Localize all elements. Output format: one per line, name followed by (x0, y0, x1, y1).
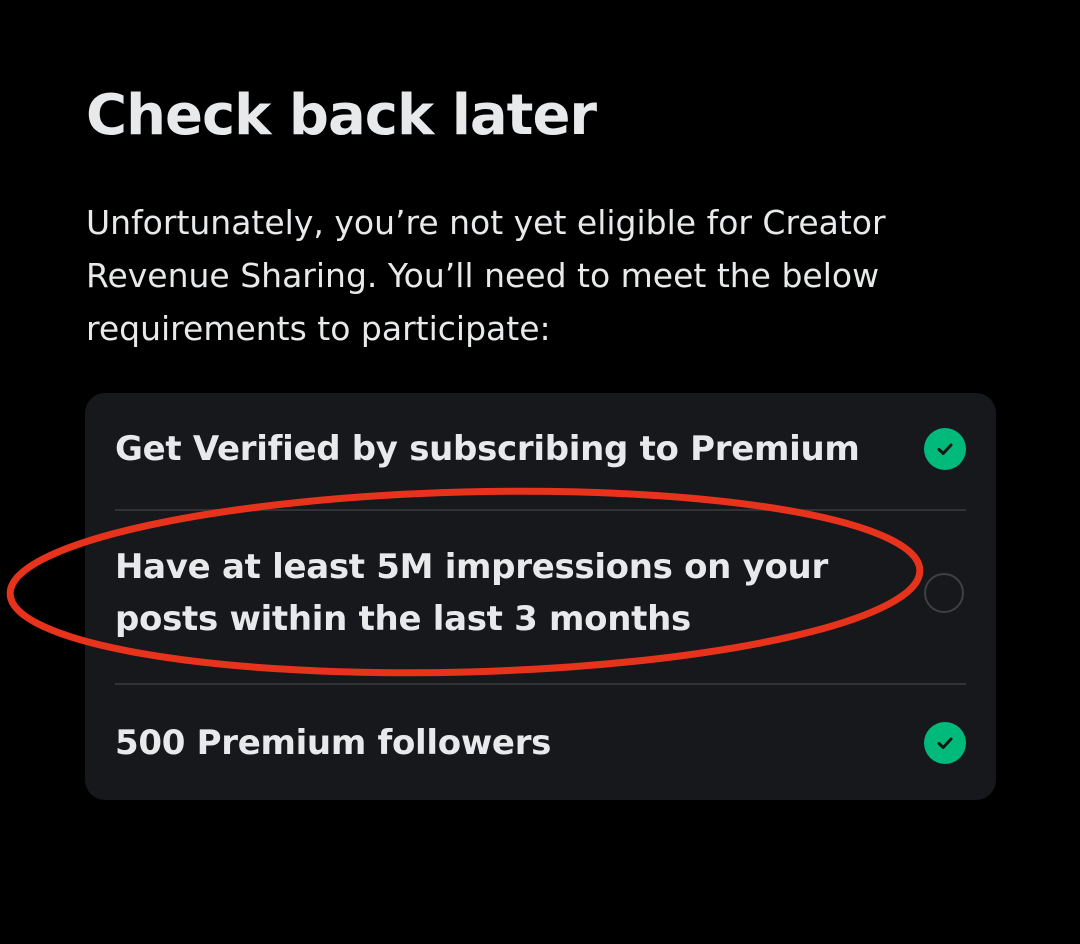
requirement-item-impressions: Have at least 5M impressions on your pos… (115, 541, 966, 645)
requirement-label: Have at least 5M impressions on your pos… (115, 547, 828, 639)
check-circle-icon (924, 428, 966, 470)
check-circle-icon (924, 722, 966, 764)
requirement-label: Get Verified by subscribing to Premium (115, 429, 860, 469)
requirement-item-verified: Get Verified by subscribing to Premium (115, 423, 966, 475)
divider (115, 683, 966, 685)
divider (115, 509, 966, 511)
empty-circle-icon (924, 573, 964, 613)
requirement-item-followers: 500 Premium followers (115, 717, 966, 769)
eligibility-description: Unfortunately, you’re not yet eligible f… (86, 203, 886, 348)
requirements-card: Get Verified by subscribing to Premium H… (85, 393, 996, 800)
page-title: Check back later (86, 83, 597, 148)
requirement-label: 500 Premium followers (115, 723, 552, 763)
